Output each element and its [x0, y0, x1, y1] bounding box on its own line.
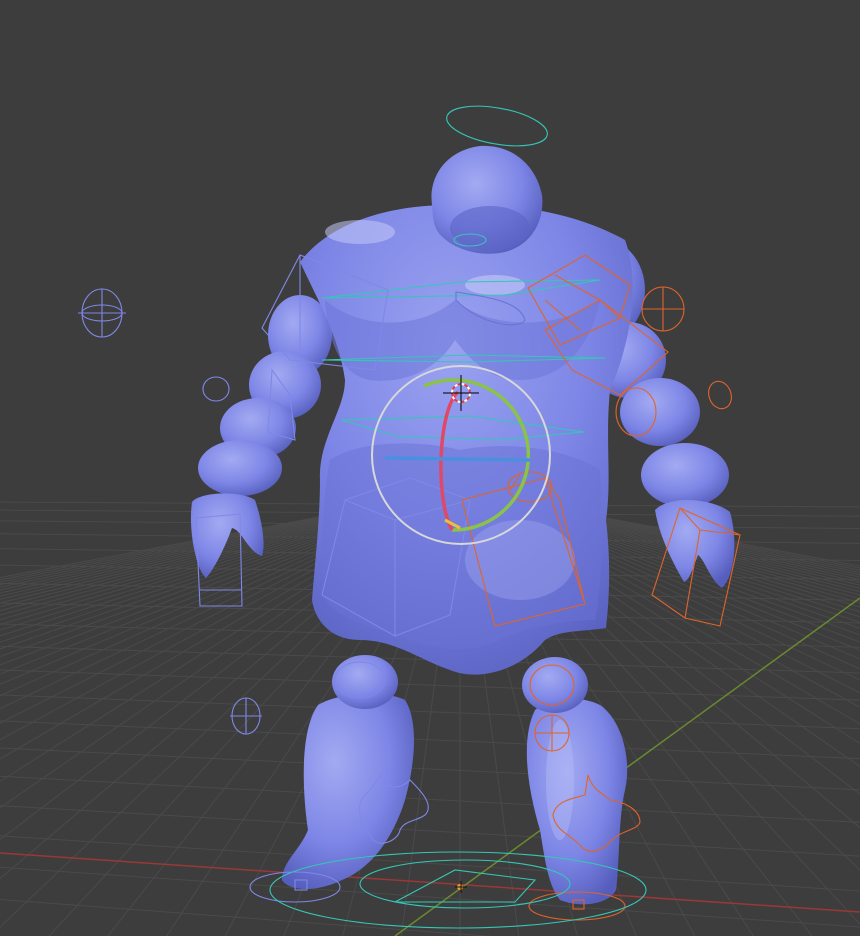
- left-forearm-2[interactable]: [198, 440, 282, 496]
- right-leg-mesh[interactable]: [526, 698, 628, 905]
- grid-line: [0, 805, 860, 857]
- grid-line: [0, 669, 860, 701]
- rotate-gizmo-z-axis[interactable]: [384, 456, 531, 462]
- hip-highlight: [465, 520, 575, 600]
- left-knee-mesh[interactable]: [332, 655, 398, 709]
- head-shadow: [450, 206, 530, 250]
- grid-line: [0, 694, 860, 730]
- viewport-scene[interactable]: [0, 0, 860, 936]
- left-shoulder-control[interactable]: [202, 376, 230, 402]
- head-control-ring[interactable]: [444, 99, 551, 152]
- grid-line: [0, 720, 860, 760]
- shoulder-highlight: [325, 220, 395, 244]
- root-ring-inner[interactable]: [359, 859, 571, 909]
- leg-highlight: [546, 720, 574, 840]
- right-shoulder-ring[interactable]: [705, 378, 735, 412]
- right-forearm-1[interactable]: [641, 443, 729, 507]
- grid-line: [0, 866, 860, 928]
- 3d-viewport[interactable]: [0, 0, 860, 936]
- chest-highlight: [465, 275, 525, 295]
